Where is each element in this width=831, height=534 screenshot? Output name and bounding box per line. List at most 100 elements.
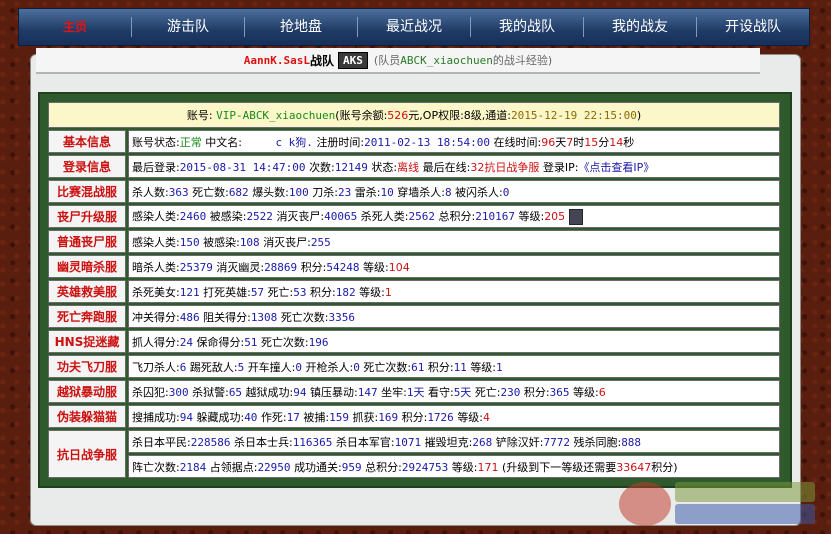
value: 1308 (250, 310, 278, 324)
value: 94 (179, 410, 193, 424)
text: 残杀同胞: (573, 435, 622, 449)
hero-cell: 杀死美女:121 打死英雄:57 死亡:53 积分:182 等级:1 (128, 280, 780, 303)
last-online-server: 32抗日战争服 (470, 160, 540, 174)
text: 躲藏成功: (196, 410, 245, 424)
nav-recent-battles[interactable]: 最近战况 (357, 17, 470, 37)
unit: 秒 (623, 135, 635, 149)
table-row: 丧尸升级服 感染人类:2460 被感染:2522 消灭丧尸:40065 杀死人类… (48, 205, 780, 228)
value: 108 (239, 235, 260, 249)
reg-time: 2011-02-13 18:54:00 (364, 135, 490, 149)
value: 2924753 (401, 460, 449, 474)
value: 1726 (427, 410, 454, 424)
value: 51 (244, 335, 258, 349)
value: 7772 (543, 435, 570, 449)
table-row: 英雄救美服 杀死美女:121 打死英雄:57 死亡:53 积分:182 等级:1 (48, 280, 780, 303)
text: 账号: (186, 109, 213, 122)
nav-guerrilla[interactable]: 游击队 (131, 17, 244, 37)
row-label: 登录信息 (48, 155, 126, 178)
nav-my-friends[interactable]: 我的战友 (583, 17, 696, 37)
text: 占领据点: (209, 460, 258, 474)
table-row: 死亡奔跑服 冲关得分:486 阻关得分:1308 死亡次数:3356 (48, 305, 780, 328)
text: 消灭幽灵: (216, 260, 265, 274)
table-row: HNS捉迷藏 抓人得分:24 保命得分:51 死亡次数:196 (48, 330, 780, 353)
text: 抓获: (352, 410, 379, 424)
ghost-cell: 暗杀人类:25379 消灭幽灵:28869 积分:54248 等级:104 (128, 255, 780, 278)
row-label: 伪装躲猫猫 (48, 405, 126, 428)
value: 5天 (453, 385, 472, 399)
op-value: 8 (463, 109, 471, 122)
value: 57 (250, 285, 265, 299)
text: 暗杀人类: (132, 260, 180, 274)
value: 888 (621, 435, 642, 449)
value: 23 (338, 185, 352, 199)
value: 28869 (264, 260, 298, 274)
page-subtitle: (队员ABCK_xiaochuen的战斗经验) (374, 52, 552, 68)
text: 穿墙杀人: (397, 185, 445, 199)
text: 雷杀: (354, 185, 381, 199)
team-name: AannK.SasL (243, 53, 311, 67)
subtitle-prefix: (队员 (373, 54, 401, 67)
last-login: 2015-08-31 14:47:00 (179, 160, 306, 174)
value: 11 (453, 360, 467, 374)
value: 121 (179, 285, 200, 299)
nav-my-team[interactable]: 我的战队 (470, 17, 583, 37)
text: 总积分: (438, 210, 476, 223)
value: 2184 (179, 460, 207, 474)
stats-table-wrap: 账号: VIP-ABCK_xiaochuen(账号余额:526元,OP权限:8级… (38, 92, 792, 488)
text: 最后在线: (422, 160, 471, 174)
nav-create-team[interactable]: 开设战队 (696, 17, 809, 37)
value: 196 (308, 335, 329, 349)
value: 25379 (179, 260, 213, 274)
site-watermark-logo (619, 482, 815, 526)
account-id: VIP-ABCK_xiaochuen (216, 109, 336, 122)
online-secs: 14 (609, 135, 624, 149)
nav-home[interactable]: 主页 (19, 17, 131, 37)
table-row: 普通丧尸服 感染人类:150 被感染:108 消灭丧尸:255 (48, 230, 780, 253)
value: 2460 (179, 210, 207, 223)
text: 元,OP权限: (408, 109, 464, 122)
cn-name: c k狗. (275, 135, 313, 149)
text: 注册时间: (316, 135, 365, 149)
hide-seek-cell: 搜捕成功:94 躲藏成功:40 作死:17 被捕:159 抓获:169 积分:1… (128, 405, 780, 428)
nav-territory[interactable]: 抢地盘 (244, 17, 357, 37)
value: 150 (179, 235, 200, 249)
text: 积分: (401, 410, 428, 424)
view-ip-link[interactable]: 《点击查看IP》 (578, 161, 654, 174)
text: 最后登录: (132, 160, 180, 174)
value: 4 (483, 410, 491, 424)
team-logo: AKS (338, 51, 368, 69)
text: 死亡数: (192, 185, 229, 199)
text: 杀日本士兵: (233, 435, 293, 449)
value: 682 (228, 185, 249, 199)
text: 中文名: (205, 135, 242, 149)
table-row: 比赛混战服 杀人数:363 死亡数:682 爆头数:100 刀杀:23 雷杀:1… (48, 180, 780, 203)
text: 次数: (309, 160, 335, 174)
value: 3356 (328, 310, 356, 324)
jail-cell: 杀囚犯:300 杀狱警:65 越狱成功:94 镇压暴动:147 坐牢:1天 看守… (128, 380, 780, 403)
text: 积分: (310, 285, 336, 299)
text: 等级: (457, 410, 484, 424)
war-cell-1: 杀日本平民:228586 杀日本士兵:116365 杀日本军官:1071 摧毁坦… (128, 430, 780, 453)
balance-value: 526 (387, 109, 409, 122)
value: 255 (310, 235, 331, 249)
hns-cell: 抓人得分:24 保命得分:51 死亡次数:196 (128, 330, 780, 353)
value: 0 (502, 185, 510, 199)
text: 消灭丧尸: (276, 210, 325, 223)
value: 116365 (292, 435, 333, 449)
row-label: HNS捉迷藏 (48, 330, 126, 353)
text: 杀死美女: (132, 285, 180, 299)
rank-badge-icon (568, 209, 583, 225)
online-days: 96 (541, 135, 556, 149)
row-label: 丧尸升级服 (48, 205, 126, 228)
text: 等级: (359, 285, 385, 299)
text: 积分: (300, 260, 327, 274)
text: 消灭丧尸: (263, 235, 311, 249)
channel-value: 2015-12-19 22:15:00 (511, 109, 637, 122)
row-label: 幽灵暗杀服 (48, 255, 126, 278)
text: 开车撞人: (247, 360, 296, 374)
value: 169 (378, 410, 399, 424)
value: 159 (329, 410, 349, 424)
text: 阵亡次数: (132, 460, 180, 474)
text: 阻关得分: (203, 310, 251, 324)
text: 账号状态: (132, 135, 180, 149)
